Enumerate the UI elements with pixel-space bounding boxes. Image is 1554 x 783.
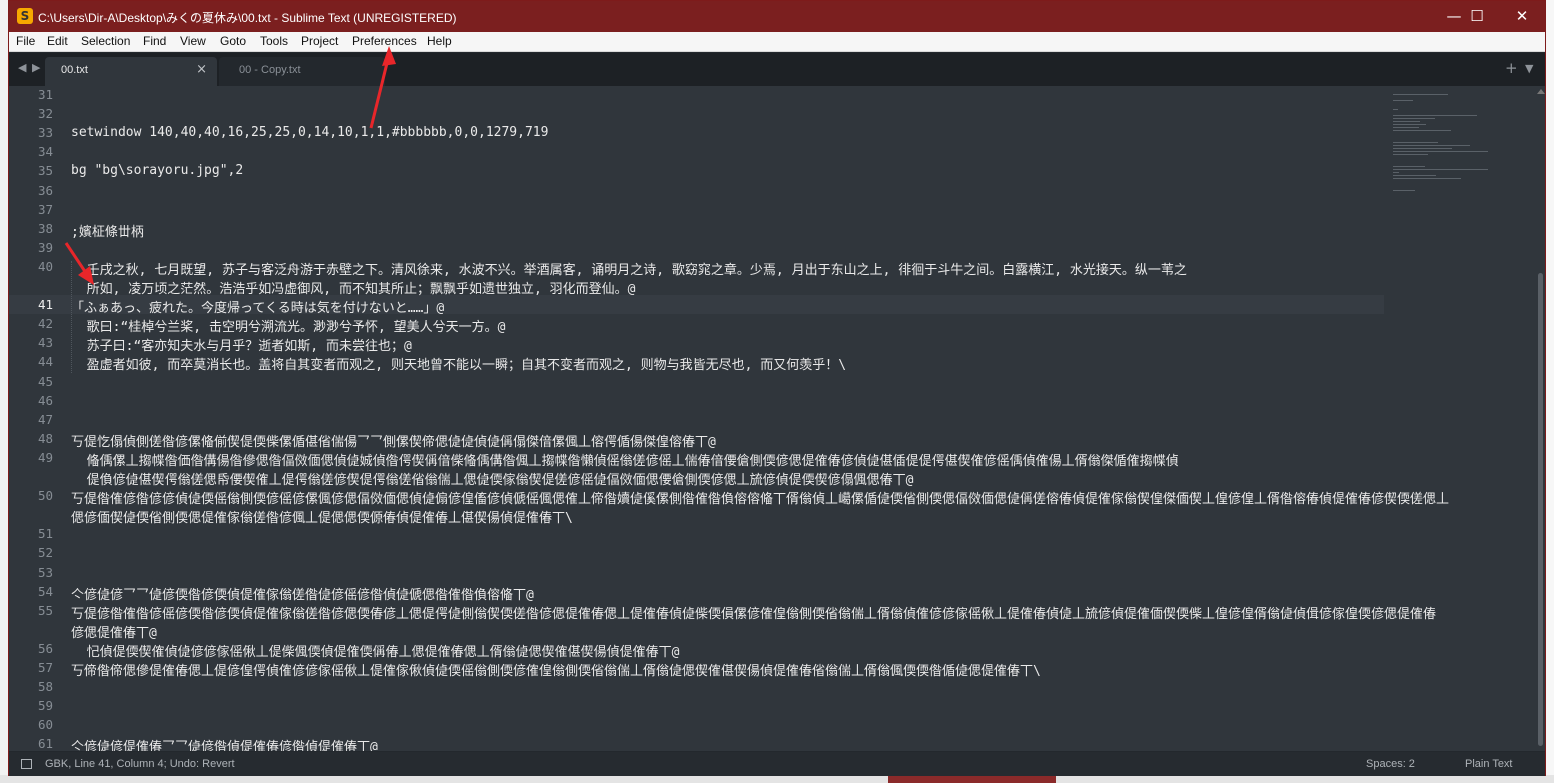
annotation-overlay xyxy=(64,46,396,285)
arrow-annotation-line-41 xyxy=(64,242,94,285)
arrow-annotation-preferences xyxy=(369,46,396,129)
